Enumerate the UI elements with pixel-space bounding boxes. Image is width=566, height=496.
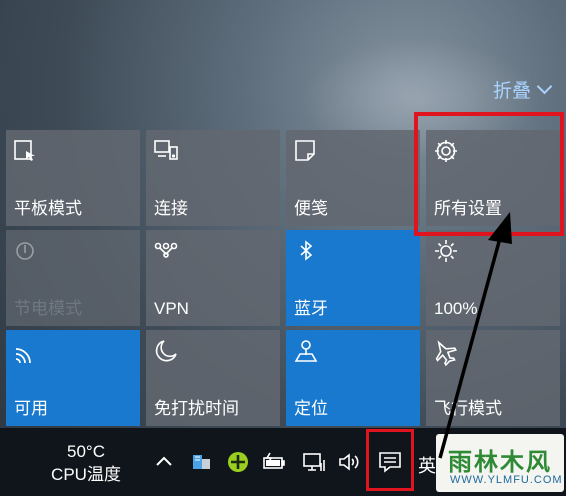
cpu-temp-label: CPU温度: [51, 465, 121, 484]
watermark-logo: 雨林木风 WWW.YLMFU.COM: [436, 434, 564, 492]
airplane-icon: [432, 337, 462, 367]
chevron-up-icon[interactable]: [150, 448, 178, 476]
network-drive-icon[interactable]: [188, 448, 216, 476]
location-icon: [292, 337, 322, 367]
tile-connect[interactable]: 连接: [146, 130, 280, 226]
chevron-down-icon: [536, 78, 553, 95]
tile-label: 连接: [154, 199, 188, 218]
note-icon: [292, 137, 322, 167]
tile-note[interactable]: 便笺: [286, 130, 420, 226]
tile-label: 可用: [14, 399, 48, 418]
watermark-url: WWW.YLMFU.COM: [450, 474, 563, 486]
settings-highlight-box: [414, 112, 564, 236]
tile-quiet-hours[interactable]: 免打扰时间: [146, 330, 280, 426]
action-center-highlight-box: [366, 429, 414, 491]
tile-label: 蓝牙: [294, 299, 328, 318]
tile-label: VPN: [154, 299, 189, 318]
tile-brightness[interactable]: 100%: [426, 230, 560, 326]
connect-icon: [152, 137, 182, 167]
network-icon[interactable]: [300, 448, 328, 476]
tile-label: 平板模式: [14, 199, 82, 218]
volume-icon[interactable]: [336, 448, 364, 476]
tile-vpn[interactable]: VPN: [146, 230, 280, 326]
tile-bluetooth[interactable]: 蓝牙: [286, 230, 420, 326]
collapse-label: 折叠: [492, 81, 531, 102]
tile-tablet-mode[interactable]: 平板模式: [6, 130, 140, 226]
collapse-button[interactable]: 折叠: [492, 76, 553, 103]
tile-label: 免打扰时间: [154, 399, 239, 418]
security-app-icon[interactable]: [224, 448, 252, 476]
tile-airplane-mode[interactable]: 飞行模式: [426, 330, 560, 426]
tile-label: 节电模式: [14, 299, 82, 318]
vpn-icon: [152, 237, 182, 267]
battery-saver-icon: [12, 237, 42, 267]
tile-label: 便笺: [294, 199, 328, 218]
input-method-indicator[interactable]: 英: [418, 452, 436, 478]
watermark-title: 雨林木风: [448, 449, 552, 476]
battery-icon[interactable]: [260, 448, 288, 476]
wifi-icon: [12, 337, 42, 367]
cpu-temp-value: 50°C: [67, 442, 105, 461]
tile-label: 飞行模式: [434, 399, 502, 418]
tile-label: 100%: [434, 299, 478, 318]
tablet-mode-icon: [12, 137, 42, 167]
brightness-icon: [432, 237, 462, 267]
cpu-temperature-widget[interactable]: 50°C CPU温度: [36, 440, 136, 486]
tile-location[interactable]: 定位: [286, 330, 420, 426]
bluetooth-icon: [292, 237, 322, 267]
tile-label: 定位: [294, 399, 328, 418]
moon-icon: [152, 337, 182, 367]
tile-wifi[interactable]: 可用: [6, 330, 140, 426]
tile-battery-saver[interactable]: 节电模式: [6, 230, 140, 326]
